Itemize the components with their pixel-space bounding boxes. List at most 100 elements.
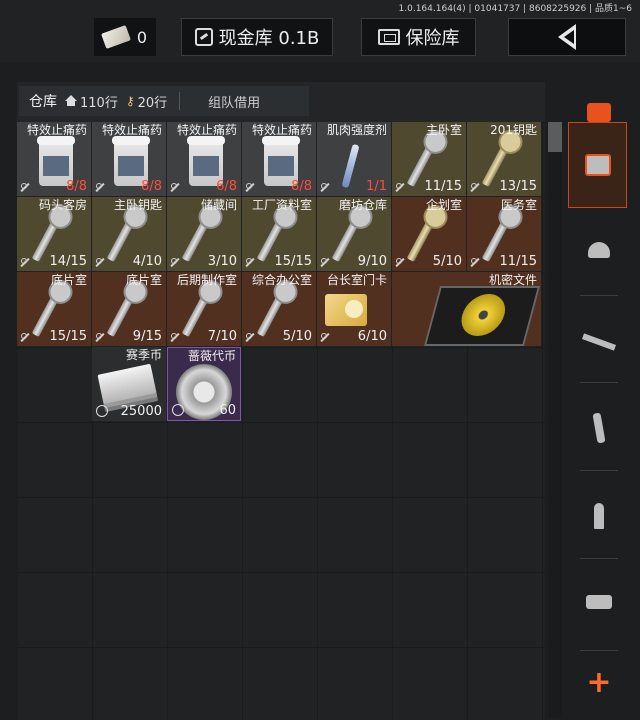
item-count: 9/10: [357, 254, 387, 269]
key-icon: ⚷: [125, 94, 135, 108]
divider: [179, 92, 181, 110]
top-bar: 1.0.164.164(4) | 01041737 | 8608225926 |…: [0, 0, 640, 62]
item-name: 特效止痛药: [251, 123, 312, 137]
durability-icon: [470, 182, 480, 192]
item-count: 11/15: [424, 179, 462, 194]
rows-value: 110行: [80, 95, 118, 111]
durability-icon: [320, 332, 330, 342]
item-name: 台长室门卡: [326, 273, 387, 287]
inventory-item[interactable]: 工厂资料室 15/15: [242, 197, 316, 271]
inventory-item[interactable]: 机密文件: [392, 272, 541, 346]
item-count: 14/15: [49, 254, 87, 269]
inventory-item[interactable]: 企划室 5/10: [392, 197, 466, 271]
currency-badge-icon: [172, 404, 184, 416]
inventory-item[interactable]: 特效止痛药 6/8: [167, 122, 241, 196]
cash-vault-button[interactable]: 现金库 0.1B: [181, 18, 333, 56]
inventory-item[interactable]: 主卧钥匙 4/10: [92, 197, 166, 271]
inventory-item[interactable]: 肌肉强度剂 1/1: [317, 122, 391, 196]
scrollbar-thumb[interactable]: [548, 122, 562, 152]
durability-icon: [95, 257, 105, 267]
safe-button[interactable]: 保险库: [361, 18, 476, 56]
sort-button[interactable]: [568, 122, 627, 208]
item-count: 15/15: [49, 329, 87, 344]
durability-icon: [245, 182, 255, 192]
cash-icon: [97, 363, 157, 405]
sort-icon: [584, 154, 611, 176]
warehouse-tab[interactable]: 仓库: [19, 91, 57, 111]
inventory-item[interactable]: 赛季币 25000: [92, 347, 166, 421]
durability-icon: [20, 182, 30, 192]
chevron-left-icon: [558, 24, 576, 50]
item-name: 企划室: [425, 198, 462, 212]
item-count: 8/8: [291, 179, 312, 194]
team-borrow-tab[interactable]: 组队借用: [208, 92, 260, 111]
durability-icon: [395, 182, 405, 192]
inventory-item[interactable]: 储藏间 3/10: [167, 197, 241, 271]
item-count: 5/10: [432, 254, 462, 269]
scope-icon: [586, 595, 612, 609]
scrollbar[interactable]: [548, 122, 562, 718]
item-name: 机密文件: [488, 273, 537, 287]
inventory-item[interactable]: 码头客房 14/15: [17, 197, 91, 271]
inventory-item[interactable]: 201钥匙 13/15: [467, 122, 541, 196]
rifle-category[interactable]: [568, 312, 630, 372]
category-rail: +: [568, 80, 630, 720]
cash-vault-label: 现金库 0.1B: [218, 28, 320, 49]
item-name: 磨坊仓库: [338, 198, 387, 212]
inventory-item[interactable]: 特效止痛药 8/8: [242, 122, 316, 196]
divider: [580, 382, 618, 383]
inventory-item[interactable]: 后期制作室 7/10: [167, 272, 241, 346]
item-count: 6/10: [357, 329, 387, 344]
item-name: 底片室: [50, 273, 87, 287]
durability-icon: [245, 332, 255, 342]
inventory-item[interactable]: 特效止痛药 8/8: [17, 122, 91, 196]
helmet-category[interactable]: [568, 220, 630, 280]
inventory-item[interactable]: 底片室 9/15: [92, 272, 166, 346]
inventory-item[interactable]: 磨坊仓库 9/10: [317, 197, 391, 271]
magazine-icon: [592, 412, 606, 444]
rows-stat: 110行: [65, 92, 118, 111]
disc-icon: [423, 286, 541, 346]
keys-value: 20行: [137, 95, 168, 111]
inventory-item[interactable]: 医务室 11/15: [467, 197, 541, 271]
divider: [580, 558, 618, 559]
inventory-item[interactable]: 台长室门卡 6/10: [317, 272, 391, 346]
inventory-item[interactable]: 综合办公室 5/10: [242, 272, 316, 346]
layers-refresh-icon: [587, 103, 611, 117]
durability-icon: [95, 332, 105, 342]
item-name: 后期制作室: [176, 273, 237, 287]
magazine-category[interactable]: [568, 398, 630, 458]
item-count: 4/10: [132, 254, 162, 269]
house-icon: [65, 95, 77, 106]
item-count: 5/10: [282, 329, 312, 344]
inventory-item[interactable]: 蔷薇代币 60: [167, 347, 241, 421]
durability-icon: [170, 332, 180, 342]
ammo-category[interactable]: [568, 486, 630, 546]
durability-icon: [20, 332, 30, 342]
scope-category[interactable]: [568, 572, 630, 632]
durability-icon: [170, 257, 180, 267]
currency-display[interactable]: 0: [94, 18, 156, 56]
card-icon: [325, 294, 367, 326]
item-count: 11/15: [499, 254, 537, 269]
inventory-item[interactable]: 主卧室 11/15: [392, 122, 466, 196]
item-count: 8/8: [141, 179, 162, 194]
item-name: 主卧钥匙: [113, 198, 162, 212]
item-name: 肌肉强度剂: [326, 123, 387, 137]
divider: [580, 650, 618, 651]
item-count: 15/15: [274, 254, 312, 269]
item-name: 医务室: [500, 198, 537, 212]
back-button[interactable]: [508, 18, 626, 56]
currency-value: 0: [136, 27, 148, 47]
item-count: 3/10: [207, 254, 237, 269]
add-button[interactable]: +: [570, 662, 628, 702]
durability-icon: [470, 257, 480, 267]
item-name: 底片室: [125, 273, 162, 287]
durability-icon: [95, 182, 105, 192]
inventory-item[interactable]: 特效止痛药 8/8: [92, 122, 166, 196]
durability-icon: [245, 257, 255, 267]
item-name: 蔷薇代币: [187, 349, 236, 363]
inventory-item[interactable]: 底片室 15/15: [17, 272, 91, 346]
safe-label: 保险库: [405, 28, 460, 49]
helmet-icon: [588, 242, 610, 258]
